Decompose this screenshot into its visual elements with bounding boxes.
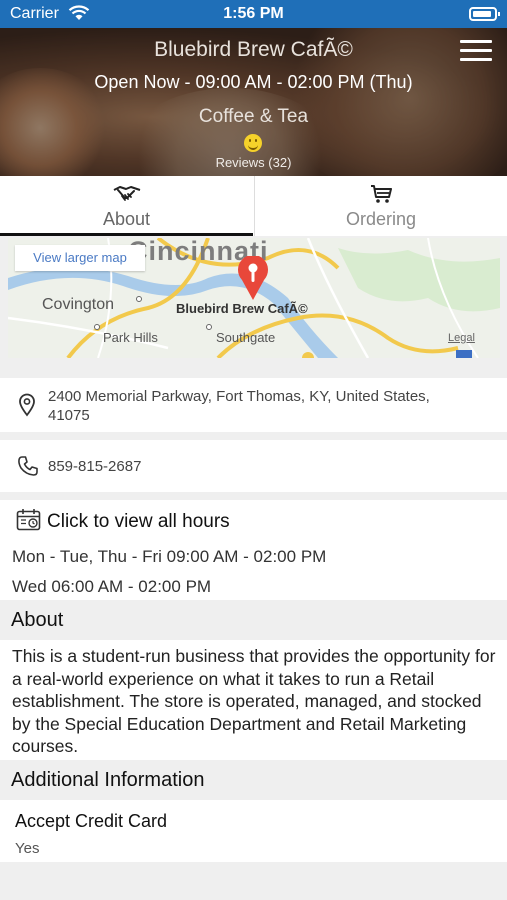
tab-ordering[interactable]: Ordering	[254, 176, 507, 236]
smiley-icon	[244, 134, 262, 152]
store-header: Bluebird Brew CafÃ© Open Now - 09:00 AM …	[0, 28, 507, 176]
map-legal-link[interactable]: Legal	[448, 332, 475, 344]
additional-info-heading: Additional Information	[0, 760, 507, 800]
location-pin-icon	[19, 393, 35, 417]
tab-about[interactable]: About	[0, 176, 253, 236]
open-hours: Open Now - 09:00 AM - 02:00 PM (Thu)	[94, 72, 413, 92]
view-larger-map-link[interactable]: View larger map	[15, 245, 145, 271]
store-name: Bluebird Brew CafÃ©	[154, 38, 353, 61]
battery-icon	[469, 7, 500, 21]
hours-line: Mon - Tue, Thu - Fri 09:00 AM - 02:00 PM	[12, 547, 327, 566]
tab-about-label: About	[102, 209, 151, 229]
tab-ordering-label: Ordering	[345, 209, 417, 229]
map-label-covington: Covington	[42, 296, 115, 313]
phone-row[interactable]: 859-815-2687	[0, 440, 507, 492]
map-label-park-hills: Park Hills	[103, 330, 158, 345]
handshake-icon	[113, 184, 141, 209]
reviews-link[interactable]: Reviews (32)	[0, 155, 507, 170]
clock: 1:56 PM	[223, 5, 284, 22]
hours-section: Click to view all hours Mon - Tue, Thu -…	[0, 500, 507, 600]
credit-card-label: Accept Credit Card	[15, 811, 168, 831]
map-place-dot	[94, 324, 100, 330]
cart-icon	[369, 184, 393, 209]
credit-card-row: Accept Credit Card Yes	[0, 800, 507, 862]
status-bar: Carrier 1:56 PM	[0, 0, 507, 28]
about-heading-label: About	[11, 609, 64, 631]
store-category: Coffee & Tea	[198, 106, 309, 127]
about-heading: About	[0, 600, 507, 640]
about-section: This is a student-run business that prov…	[0, 640, 507, 760]
location-map[interactable]: Cincinnati View larger map Covington Par…	[8, 238, 500, 358]
map-pin-icon[interactable]	[234, 256, 272, 300]
map-label-southgate: Southgate	[216, 330, 276, 345]
phone-number: 859-815-2687	[48, 458, 142, 475]
view-all-hours-link[interactable]: Click to view all hours	[47, 511, 230, 533]
map-place-dot	[206, 324, 212, 330]
address-row[interactable]: 2400 Memorial Parkway, Fort Thomas, KY, …	[0, 378, 507, 432]
map-place-dot	[136, 296, 142, 302]
about-description: This is a student-run business that prov…	[12, 646, 496, 756]
address-text: 2400 Memorial Parkway, Fort Thomas, KY, …	[48, 388, 430, 424]
credit-card-value: Yes	[15, 840, 40, 857]
additional-info-heading-label: Additional Information	[11, 769, 205, 791]
calendar-clock-icon	[16, 509, 41, 531]
map-pin-label: Bluebird Brew CafÃ©	[176, 301, 308, 316]
phone-icon	[18, 456, 38, 476]
tab-bar: About Ordering	[0, 176, 507, 236]
hours-line: Wed 06:00 AM - 02:00 PM	[12, 577, 212, 596]
hamburger-menu-icon[interactable]	[460, 40, 492, 62]
